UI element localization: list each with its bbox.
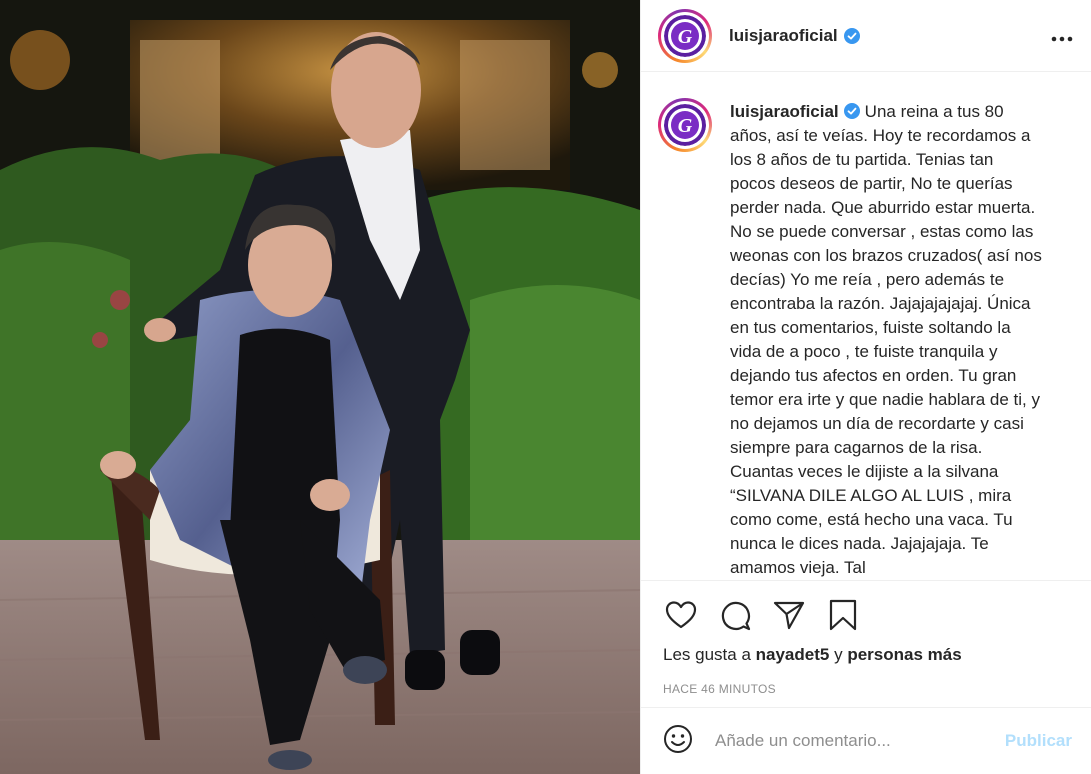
publish-button[interactable]: Publicar xyxy=(1005,731,1072,751)
bookmark-icon[interactable] xyxy=(825,597,861,633)
post-photo[interactable] xyxy=(0,0,640,774)
caption-section: G luisjaraoficial Una reina a tus 80 años… xyxy=(641,72,1091,580)
likes-summary: Les gusta a nayadet5 y personas más xyxy=(663,645,1070,665)
comment-input[interactable] xyxy=(715,731,985,751)
post-side-panel: G luisjaraoficial G luisjaraoficial Una … xyxy=(640,0,1091,774)
caption-username[interactable]: luisjaraoficial xyxy=(730,102,839,121)
likes-prefix: Les gusta a xyxy=(663,645,751,664)
svg-text:G: G xyxy=(678,26,693,48)
post-header: G luisjaraoficial xyxy=(641,0,1091,72)
emoji-icon[interactable] xyxy=(663,724,693,759)
account-logo-icon: G xyxy=(664,14,706,57)
more-options-icon[interactable] xyxy=(1051,26,1073,46)
header-username[interactable]: luisjaraoficial xyxy=(729,26,838,46)
account-logo-icon: G xyxy=(664,104,706,146)
likes-others-link[interactable]: personas más xyxy=(847,645,961,664)
verified-badge-icon xyxy=(843,102,860,119)
caption-text: Una reina a tus 80 años, así te veías. H… xyxy=(730,102,1042,577)
likes-conjunction: y xyxy=(834,645,843,664)
heart-icon[interactable] xyxy=(663,597,699,633)
caption-avatar[interactable]: G xyxy=(658,98,712,152)
post-caption: luisjaraoficial Una reina a tus 80 años, … xyxy=(730,98,1042,580)
action-icons-row xyxy=(663,581,1070,643)
comment-bar: Publicar xyxy=(641,707,1091,774)
share-icon[interactable] xyxy=(771,597,807,633)
svg-text:G: G xyxy=(678,115,693,137)
verified-badge-icon xyxy=(843,27,860,44)
avatar[interactable]: G xyxy=(658,8,712,63)
post-timestamp[interactable]: HACE 46 MINUTOS xyxy=(663,682,1070,696)
post-actions: Les gusta a nayadet5 y personas más HACE… xyxy=(641,580,1091,707)
comment-icon[interactable] xyxy=(717,597,753,633)
liked-by-user[interactable]: nayadet5 xyxy=(756,645,830,664)
